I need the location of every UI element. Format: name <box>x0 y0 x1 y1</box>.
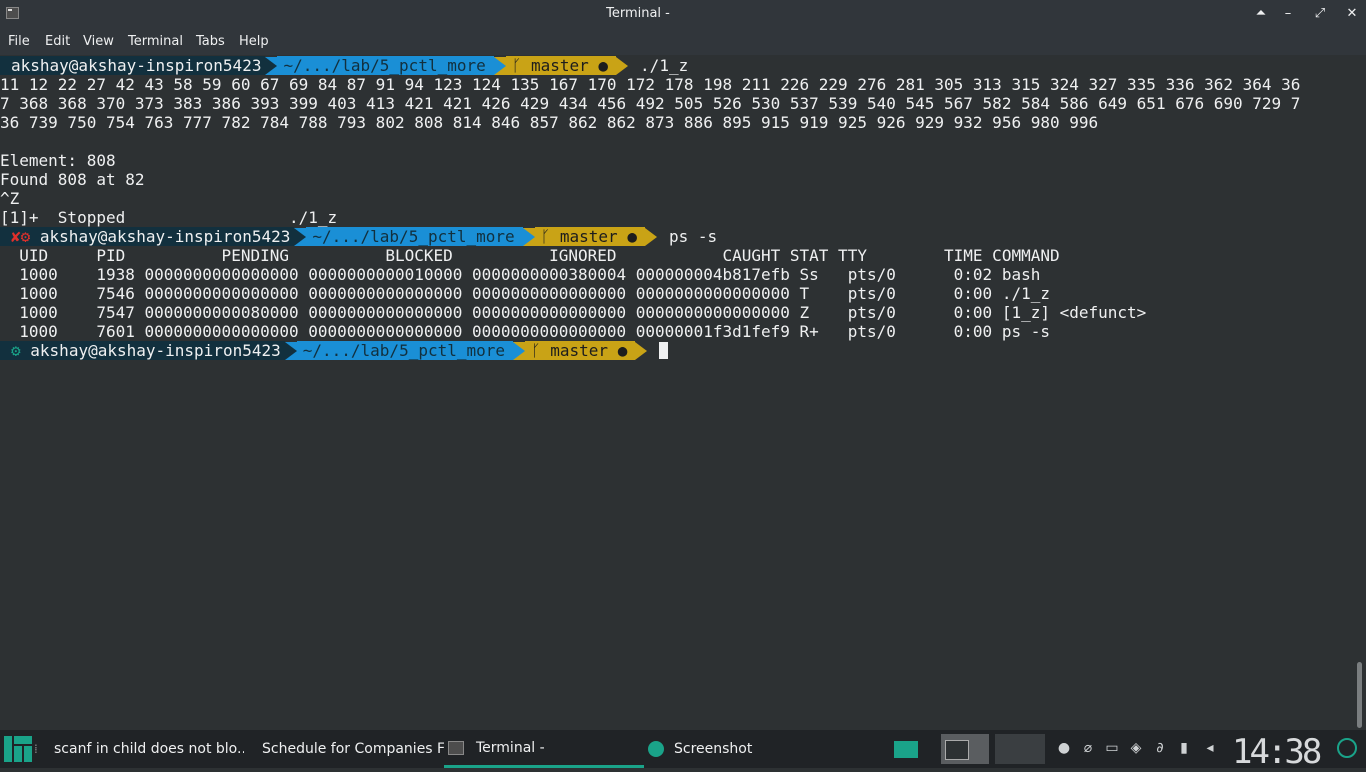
task-terminal[interactable]: Terminal - <box>444 730 644 768</box>
text-cursor[interactable] <box>659 342 669 359</box>
notifications-muted-icon[interactable]: ⌀ <box>1080 740 1096 756</box>
taskbar: ⁞ scanf in child does not blo... Schedul… <box>0 730 1366 772</box>
scrollbar-thumb[interactable] <box>1357 662 1362 728</box>
prompt-user: akshay@akshay-inspiron5423 <box>39 227 291 246</box>
command-text: ./1_z <box>640 56 689 75</box>
manjaro-logo-icon <box>4 736 32 762</box>
prompt-path: ~/.../lab/5_pctl_more <box>296 341 514 360</box>
prompt-line: ⚙ akshay@akshay-inspiron5423 ~/.../lab/5… <box>0 341 669 360</box>
paperclip-icon[interactable]: ∂ <box>1152 740 1168 756</box>
prompt-path: ~/.../lab/5_pctl_more <box>277 56 494 75</box>
git-branch-icon: ᚴ <box>511 56 531 75</box>
prompt-path: ~/.../lab/5_pctl_more <box>306 227 523 246</box>
minimize-button[interactable]: – <box>1279 5 1297 23</box>
clock[interactable]: 14:38 <box>1232 732 1322 772</box>
prompt-git-branch: master ● <box>530 56 609 75</box>
prompt-user-segment: ⚙ akshay@akshay-inspiron5423 <box>0 341 285 360</box>
drag-handle-icon: ⁞ <box>34 742 38 756</box>
prompt-separator <box>644 227 657 246</box>
shield-icon[interactable]: ◈ <box>1128 740 1144 756</box>
git-branch-icon: ᚴ <box>540 227 560 246</box>
task-screenshot[interactable]: Screenshot <box>644 730 844 768</box>
update-notifier-icon[interactable] <box>1337 738 1357 758</box>
gear-icon: ⚙ <box>11 341 21 360</box>
ps-row: 1000 7547 0000000000080000 0000000000000… <box>0 303 1147 322</box>
prompt-separator <box>616 56 629 75</box>
prompt-separator <box>294 227 307 246</box>
volume-icon[interactable]: ◂ <box>1202 740 1218 756</box>
prompt-line: akshay@akshay-inspiron5423 ~/.../lab/5_p… <box>0 56 688 75</box>
lightbulb-icon[interactable]: ● <box>1056 740 1072 756</box>
menu-bar: File Edit View Terminal Tabs Help <box>0 28 1366 55</box>
task-label: Screenshot <box>674 741 753 757</box>
ps-row: 1000 7601 0000000000000000 0000000000000… <box>0 322 1050 341</box>
prompt-separator <box>513 341 526 360</box>
error-status-icon: ✘⚙ <box>11 227 31 246</box>
prompt-separator <box>635 341 648 360</box>
battery-icon[interactable]: ▮ <box>1176 740 1192 756</box>
prompt-git: ᚴ master ● <box>505 56 617 75</box>
terminal-icon <box>448 740 464 755</box>
task-label: Schedule for Companies F... <box>262 741 444 757</box>
menu-tabs[interactable]: Tabs <box>196 34 225 49</box>
display-icon[interactable]: ▭ <box>1104 740 1120 756</box>
screenshot-icon <box>648 741 664 757</box>
prompt-user-segment: ✘⚙ akshay@akshay-inspiron5423 <box>0 227 295 246</box>
output-line: Found 808 at 82 <box>0 170 145 189</box>
ps-row: 1000 7546 0000000000000000 0000000000000… <box>0 284 1050 303</box>
task-label: scanf in child does not blo... <box>54 741 244 757</box>
close-button[interactable]: ✕ <box>1343 5 1361 23</box>
task-spreadsheet[interactable]: Schedule for Companies F... <box>246 730 444 768</box>
prompt-separator <box>284 341 297 360</box>
window-title: Terminal - <box>606 6 670 21</box>
menu-help[interactable]: Help <box>239 34 269 49</box>
keep-above-button[interactable]: ⏶ <box>1252 5 1270 23</box>
command-text: ps -s <box>668 227 718 246</box>
output-line: ^Z <box>0 189 20 208</box>
git-branch-icon: ᚴ <box>531 341 551 360</box>
output-line: [1]+ Stopped ./1_z <box>0 208 338 227</box>
menu-edit[interactable]: Edit <box>45 34 70 49</box>
task-label: Terminal - <box>476 739 545 756</box>
prompt-line: ✘⚙ akshay@akshay-inspiron5423 ~/.../lab/… <box>0 227 717 246</box>
output-line: Element: 808 <box>0 151 116 170</box>
prompt-separator <box>265 56 278 75</box>
output-line: 36 739 750 754 763 777 782 784 788 793 8… <box>0 113 1099 132</box>
task-firefox[interactable]: scanf in child does not blo... <box>44 730 244 768</box>
prompt-git-branch: master ● <box>550 341 628 360</box>
menu-file[interactable]: File <box>8 34 30 49</box>
menu-terminal[interactable]: Terminal <box>128 34 183 49</box>
scrollbar-track[interactable] <box>1356 55 1366 730</box>
ps-header: UID PID PENDING BLOCKED IGNORED CAUGHT S… <box>0 246 1060 265</box>
prompt-git: ᚴ master ● <box>525 341 636 360</box>
desktop-pager-1[interactable] <box>894 741 918 758</box>
prompt-git: ᚴ master ● <box>534 227 645 246</box>
application-menu-button[interactable]: ⁞ <box>0 730 44 768</box>
desktop-pager-3[interactable] <box>995 734 1045 764</box>
output-line: 11 12 22 27 42 43 58 59 60 67 69 84 87 9… <box>0 75 1301 94</box>
maximize-button[interactable]: ⤢ <box>1311 5 1329 23</box>
terminal-thumbnail-icon <box>945 740 969 760</box>
menu-view[interactable]: View <box>83 34 114 49</box>
output-line: 7 368 368 370 373 383 386 393 399 403 41… <box>0 94 1301 113</box>
prompt-user: akshay@akshay-inspiron5423 <box>30 341 281 360</box>
prompt-separator <box>522 227 535 246</box>
terminal-output[interactable]: akshay@akshay-inspiron5423 ~/.../lab/5_p… <box>0 55 1356 730</box>
ps-row: 1000 1938 0000000000000000 0000000000010… <box>0 265 1041 284</box>
prompt-git-branch: master ● <box>559 227 637 246</box>
desktop-pager-2[interactable] <box>941 734 989 764</box>
window-titlebar[interactable]: Terminal - ⏶ – ⤢ ✕ <box>0 0 1366 28</box>
prompt-user: akshay@akshay-inspiron5423 <box>0 56 266 75</box>
prompt-separator <box>493 56 506 75</box>
